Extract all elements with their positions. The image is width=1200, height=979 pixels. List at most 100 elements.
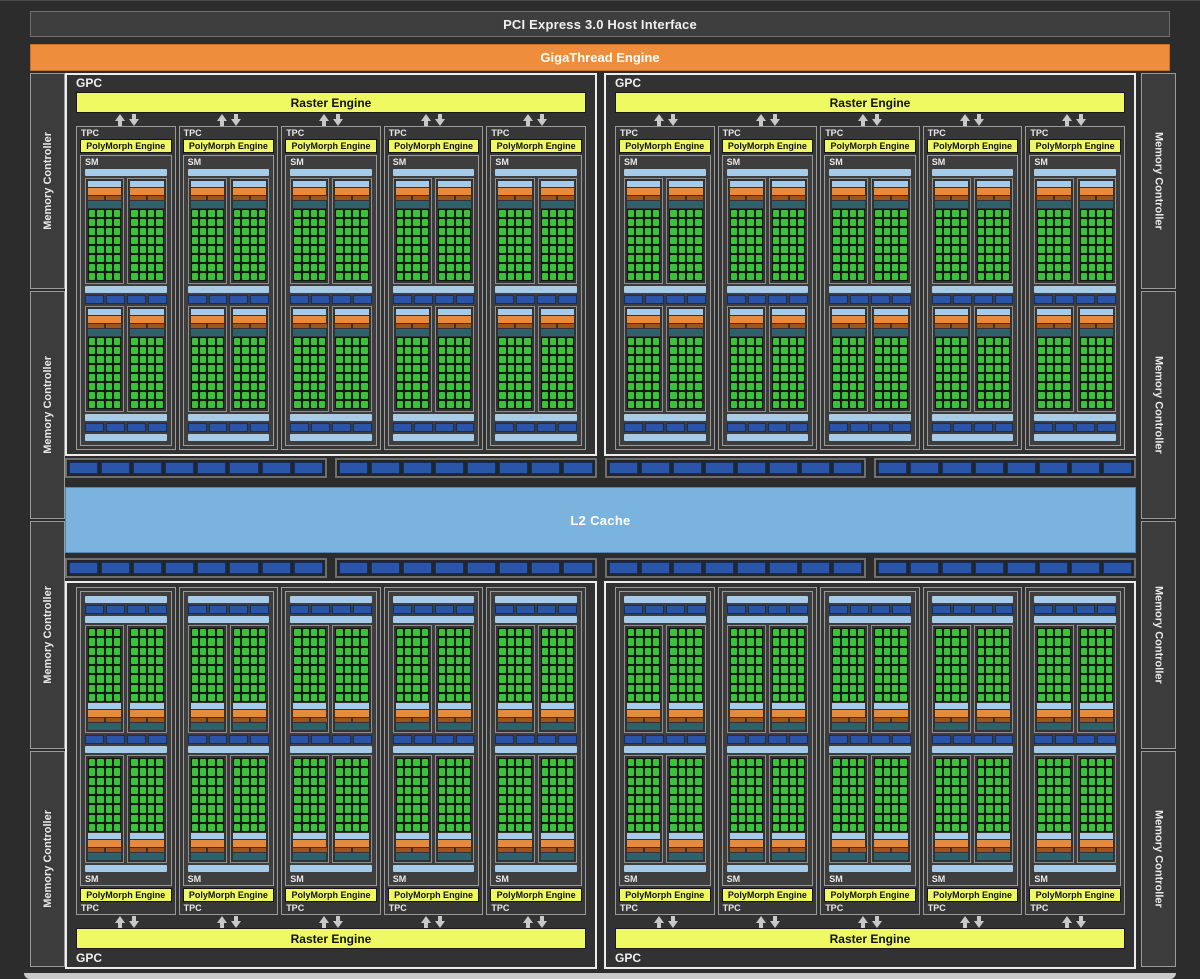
cuda-core	[113, 666, 121, 674]
texture-unit	[126, 423, 146, 432]
cuda-core	[566, 786, 573, 794]
cuda-core	[900, 392, 907, 399]
cuda-core	[1055, 228, 1062, 235]
arrow-down-icon	[667, 113, 679, 126]
cuda-core	[439, 629, 446, 637]
cuda-core	[131, 273, 138, 280]
cuda-core	[524, 255, 531, 262]
cuda-core	[644, 356, 651, 363]
texture-unit	[644, 735, 664, 744]
cuda-core	[208, 684, 215, 692]
rop-partition-row-top	[65, 458, 1136, 478]
cuda-core	[686, 777, 694, 785]
dispatch-unit-row	[934, 848, 969, 852]
cuda-core	[935, 693, 943, 701]
texture-unit	[85, 605, 104, 614]
arrow-pair	[1023, 113, 1125, 126]
core-grid	[190, 337, 224, 409]
dispatch-unit-row	[335, 848, 369, 852]
cuda-core	[97, 219, 104, 226]
cuda-core	[849, 786, 857, 794]
cuda-core	[302, 777, 309, 785]
sm-label: SM	[726, 157, 741, 167]
warp-scheduler-bar	[88, 840, 122, 847]
register-file-bar	[1037, 329, 1071, 336]
cuda-core	[960, 656, 968, 664]
core-block	[1076, 306, 1116, 412]
rop-block	[531, 562, 561, 574]
cuda-core	[516, 777, 523, 785]
arrow-pair	[717, 113, 819, 126]
cuda-core	[875, 805, 882, 813]
cuda-core	[747, 273, 754, 280]
cuda-core	[216, 365, 223, 372]
texture-unit	[1097, 735, 1116, 744]
core-block	[1076, 625, 1116, 733]
cuda-core	[549, 356, 557, 363]
memory-controller-label: Memory Controller	[1152, 586, 1165, 684]
core-grid	[540, 628, 574, 702]
cuda-core	[89, 629, 96, 637]
cuda-core	[636, 273, 643, 280]
cuda-core	[549, 768, 557, 776]
core-block	[1076, 178, 1116, 284]
cuda-core	[1003, 237, 1010, 244]
cuda-core	[302, 356, 309, 363]
cuda-core	[208, 365, 215, 372]
cuda-core	[566, 805, 573, 813]
cuda-core	[747, 264, 754, 271]
cuda-core	[1105, 264, 1112, 271]
cuda-core	[978, 219, 985, 226]
cuda-core	[1063, 237, 1070, 244]
core-grid	[335, 209, 369, 281]
cuda-core	[858, 228, 865, 235]
texture-unit	[952, 735, 972, 744]
texture-unit	[85, 423, 104, 432]
cuda-core	[455, 823, 463, 831]
cuda-core	[1063, 219, 1070, 226]
cuda-core	[447, 374, 454, 381]
cuda-core	[636, 356, 643, 363]
cuda-core	[960, 264, 968, 271]
cuda-core	[353, 228, 360, 235]
texture-unit	[352, 295, 372, 304]
core-grid	[627, 758, 661, 832]
cuda-core	[628, 666, 635, 674]
rop-block	[942, 462, 972, 474]
arrow-down-icon	[769, 113, 781, 126]
cuda-core	[344, 814, 352, 822]
cuda-core	[747, 228, 754, 235]
register-file-bar	[729, 723, 763, 730]
cuda-core	[336, 356, 343, 363]
sm-stack	[187, 169, 270, 441]
cuda-core	[396, 629, 404, 637]
core-block	[85, 755, 125, 863]
cuda-core	[233, 684, 241, 692]
core-block	[931, 625, 972, 733]
cuda-core	[139, 629, 146, 637]
register-file-bar	[438, 853, 472, 860]
shared-cache-bar	[931, 169, 1014, 176]
cuda-core	[772, 805, 780, 813]
cuda-core	[344, 759, 352, 767]
cuda-core	[549, 796, 557, 804]
cuda-core	[730, 374, 737, 381]
register-file-bar	[669, 329, 703, 336]
cuda-core	[361, 210, 368, 217]
cuda-core	[447, 246, 454, 253]
dispatch-unit	[771, 848, 788, 852]
cuda-core	[686, 823, 694, 831]
texture-unit	[537, 295, 557, 304]
rop-block	[293, 462, 323, 474]
instruction-buffer-bar	[669, 309, 703, 315]
core-block-pair	[187, 625, 270, 733]
arrow-up-icon	[755, 915, 767, 928]
cuda-core	[319, 647, 326, 655]
cuda-core	[455, 684, 463, 692]
cuda-core	[1088, 759, 1096, 767]
cuda-core	[738, 374, 746, 381]
cuda-core	[447, 356, 454, 363]
dispatch-unit	[1079, 324, 1096, 328]
cuda-core	[447, 338, 454, 345]
cuda-core	[131, 684, 138, 692]
